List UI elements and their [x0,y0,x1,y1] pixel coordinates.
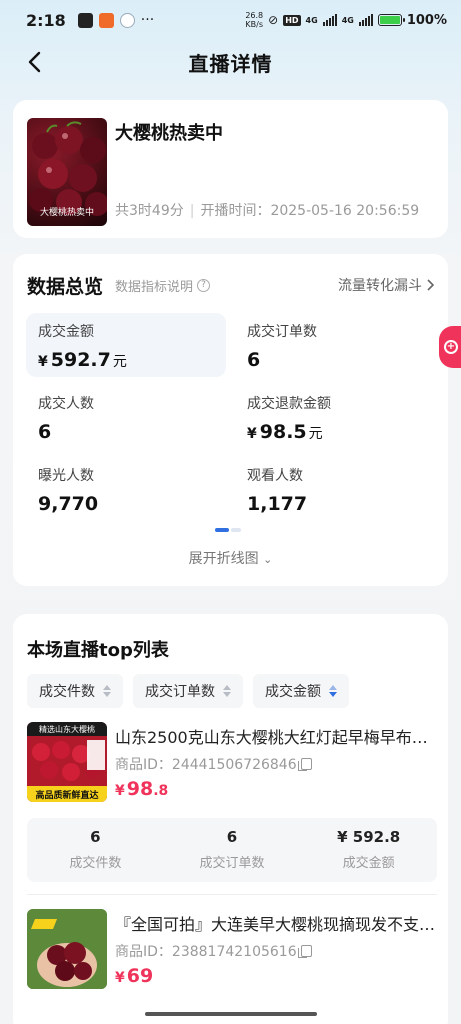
live-title: 大樱桃热卖中 [115,123,223,144]
metric-orders[interactable]: 成交订单数 6 [235,313,435,377]
copy-icon[interactable] [297,945,312,958]
data-overview-card: 数据总览 数据指标说明? 流量转化漏斗 成交金额 ¥592.7 元 成交订单数 6… [13,254,448,586]
sort-desc-icon [329,685,337,697]
live-start-time: 开播时间：2025-05-16 20:56:59 [200,203,420,219]
home-indicator[interactable] [145,1012,317,1016]
live-info-card[interactable]: 大樱桃热卖中 大樱桃热卖中 共3时49分 | 开播时间：2025-05-16 20:… [13,100,448,238]
expand-chart-button[interactable]: 展开折线图 ⌄ [13,548,448,568]
plus-icon: + [444,340,458,354]
product-name: 山东2500克山东大樱桃大红灯起早梅早布鲁克斯 [115,728,437,747]
product-price: ¥98.8 [115,778,169,800]
signal-icon [322,14,337,26]
product-id: 商品ID：23881742105616 [115,941,312,961]
product-price: ¥69 [115,965,154,987]
stat-orders: 6 成交订单数 [199,828,265,871]
sort-gmv[interactable]: 成交金额 [253,674,349,708]
metric-buyers[interactable]: 成交人数 6 [26,385,226,449]
top-list-card: 本场直播top列表 成交件数 成交订单数 成交金额 精选山东大樱桃 高品质新鲜直… [13,614,448,1024]
stat-items-sold: 6 成交件数 [69,828,122,871]
traffic-funnel-link[interactable]: 流量转化漏斗 [338,275,434,295]
data-overview-title: 数据总览 [27,275,104,298]
status-bar: 2:18 ··· 26.8 KB/s ⊘ HD 4G 4G 100% [0,0,461,40]
product-image [27,909,107,989]
copy-icon[interactable] [297,758,312,771]
status-time: 2:18 [26,10,66,30]
signal-icon [358,14,373,26]
live-meta: 共3时49分 | 开播时间：2025-05-16 20:56:59 [115,203,420,219]
divider [27,894,437,895]
app-notification-icon [98,12,114,28]
product-id: 商品ID：24441506726846 [115,754,312,774]
chevron-left-icon [28,51,41,73]
battery-level: 100% [406,12,447,28]
cherry-box-image: 精选山东大樱桃 高品质新鲜直达 [27,722,107,802]
wifi-off-icon: ⊘ [268,13,279,27]
network-type-1: 4G [305,15,318,25]
cherry-hand-image [27,909,107,989]
nav-bar: 直播详情 [0,40,461,84]
metric-gmv[interactable]: 成交金额 ¥592.7 元 [26,313,226,377]
live-cover-image: 大樱桃热卖中 [27,118,107,226]
status-right: 26.8 KB/s ⊘ HD 4G 4G 100% [245,11,447,29]
metric-refund[interactable]: 成交退款金额 ¥98.5 元 [235,385,435,449]
sort-icon [223,685,231,697]
product-image: 精选山东大樱桃 高品质新鲜直达 [27,722,107,802]
chevron-right-icon [427,279,434,291]
sort-icon [103,685,111,697]
question-icon: ? [197,278,211,292]
hd-icon: HD [283,14,301,26]
network-type-2: 4G [341,15,354,25]
svg-text:高品质新鲜直达: 高品质新鲜直达 [35,789,98,801]
cover-caption: 大樱桃热卖中 [39,208,94,218]
product-stats: 6 成交件数 6 成交订单数 ¥ 592.8 成交金额 [27,818,437,882]
floating-action-button[interactable]: + [439,326,461,368]
sort-row: 成交件数 成交订单数 成交金额 [27,674,349,708]
metric-exposure[interactable]: 曝光人数 9,770 [26,457,226,521]
top-list-title: 本场直播top列表 [27,640,169,661]
app-notification-icon [77,12,93,28]
sort-orders[interactable]: 成交订单数 [133,674,243,708]
metric-help-link[interactable]: 数据指标说明? [115,276,211,295]
svg-text:精选山东大樱桃: 精选山东大樱桃 [39,724,95,734]
page-indicator [215,528,241,532]
double-chevron-down-icon: ⌄ [263,553,273,566]
back-button[interactable] [20,48,48,76]
product-item[interactable]: 『全国可拍』大连美早大樱桃现摘现发不支持七天无理由 商品ID：238817421… [27,909,437,991]
stat-gmv: ¥ 592.8 成交金额 [337,828,401,871]
product-item[interactable]: 精选山东大樱桃 高品质新鲜直达 山东2500克山东大樱桃大红灯起早梅早布鲁克斯 … [27,722,437,892]
notification-icons: ··· [77,12,155,28]
metric-viewers[interactable]: 观看人数 1,177 [235,457,435,521]
more-notifications-icon: ··· [140,12,155,28]
data-overview-header: 数据总览 数据指标说明? 流量转化漏斗 [27,270,434,300]
network-speed: 26.8 KB/s [245,11,264,29]
sort-items-sold[interactable]: 成交件数 [27,674,123,708]
live-duration: 共3时49分 [115,203,184,219]
battery-icon [377,14,405,26]
page-title: 直播详情 [188,51,273,76]
app-notification-icon [119,12,135,28]
product-name: 『全国可拍』大连美早大樱桃现摘现发不支持七天无理由 [115,915,437,934]
